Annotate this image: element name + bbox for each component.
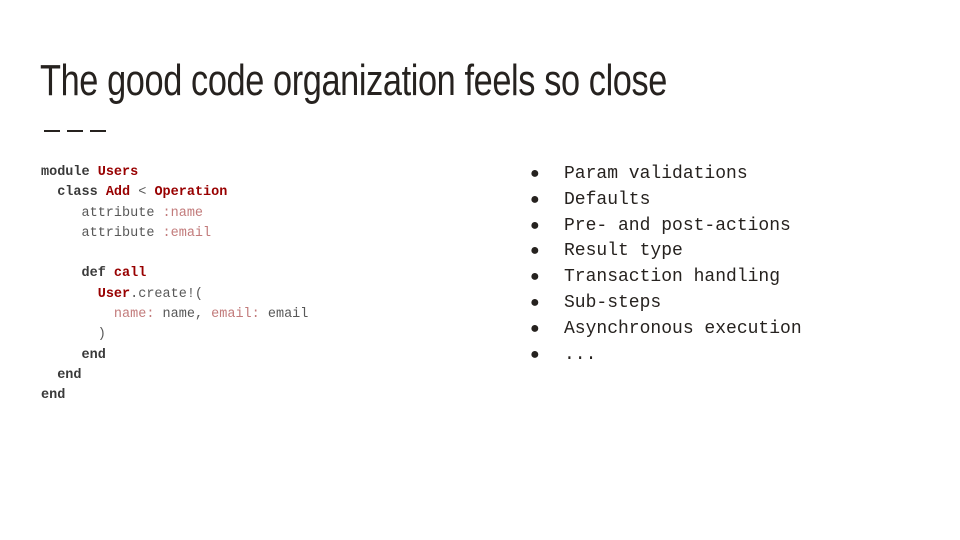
slide: The good code organization feels so clos… [0, 0, 960, 540]
code-token: email [259, 307, 309, 323]
bullet-text: Pre- and post-actions [564, 215, 791, 236]
code-token: call [113, 266, 147, 282]
bullet-dot-icon: ● [530, 165, 540, 183]
bullet-item: ●... [530, 343, 802, 369]
code-token: < [130, 185, 155, 201]
code-token: email: [211, 307, 260, 323]
code-token: end [41, 388, 66, 404]
bullet-text: ... [564, 344, 597, 365]
bullet-text: Sub-steps [564, 292, 662, 313]
code-token: Users [97, 165, 139, 180]
bullet-item: ● Pre- and post-actions [530, 214, 802, 240]
code-token: module [41, 165, 98, 180]
code-token: :email [162, 225, 212, 241]
code-token: name: [113, 307, 155, 323]
code-line: module Users [41, 163, 308, 183]
bullet-item: ● Sub-steps [530, 291, 802, 317]
bullet-dot-icon: ● [530, 242, 540, 261]
bullet-text: Transaction handling [564, 267, 781, 288]
bullet-dot-icon: ● [530, 190, 540, 209]
bullet-dot-icon: ● [530, 293, 540, 312]
bullet-item: ● Defaults [530, 188, 802, 214]
bullet-item: ● Result type [530, 239, 802, 265]
bullet-text: Param validations [564, 164, 748, 184]
code-token: name, [154, 307, 212, 323]
code-token: ) [41, 327, 106, 343]
code-token: class [41, 185, 106, 201]
code-line: end [41, 366, 308, 386]
bullet-text: Result type [564, 241, 683, 262]
code-line: name: name, email: email [41, 305, 308, 325]
code-line: ) [41, 325, 308, 345]
code-token: Operation [154, 185, 228, 201]
code-token: end [41, 347, 106, 363]
feature-list: ● Param validations ● Defaults ● Pre- and pos… [530, 162, 802, 368]
bullet-text: Defaults [564, 189, 651, 210]
title-divider [44, 130, 106, 132]
code-token: attribute [41, 205, 163, 221]
code-line: class Add < Operation [41, 183, 308, 203]
code-token: end [41, 367, 82, 383]
code-snippet: module Users class Add < Operation attri… [41, 163, 308, 407]
bullet-dot-icon: ● [530, 268, 540, 287]
code-line: end [41, 346, 308, 366]
bullet-item: ● Asynchronous execution [530, 317, 802, 343]
code-line: end [41, 386, 308, 406]
bullet-item: ● Transaction handling [530, 265, 802, 291]
code-token: User [97, 286, 131, 302]
bullet-dot-icon: ● [530, 319, 540, 338]
code-token: :name [162, 205, 204, 221]
code-line: attribute :email [41, 224, 308, 244]
bullet-item: ● Param validations [530, 162, 802, 188]
code-token: def [41, 266, 114, 282]
code-token: Add [105, 185, 131, 201]
bullet-dot-icon: ● [530, 216, 540, 235]
slide-title: The good code organization feels so clos… [40, 56, 667, 105]
code-token: attribute [41, 225, 163, 241]
code-line: def call [41, 264, 308, 284]
code-token: .create!( [130, 286, 204, 302]
bullet-text: Asynchronous execution [564, 318, 802, 339]
bullet-dot-icon: ● [530, 345, 540, 364]
code-line: attribute :name [41, 204, 308, 224]
code-line: User.create!( [41, 285, 308, 305]
